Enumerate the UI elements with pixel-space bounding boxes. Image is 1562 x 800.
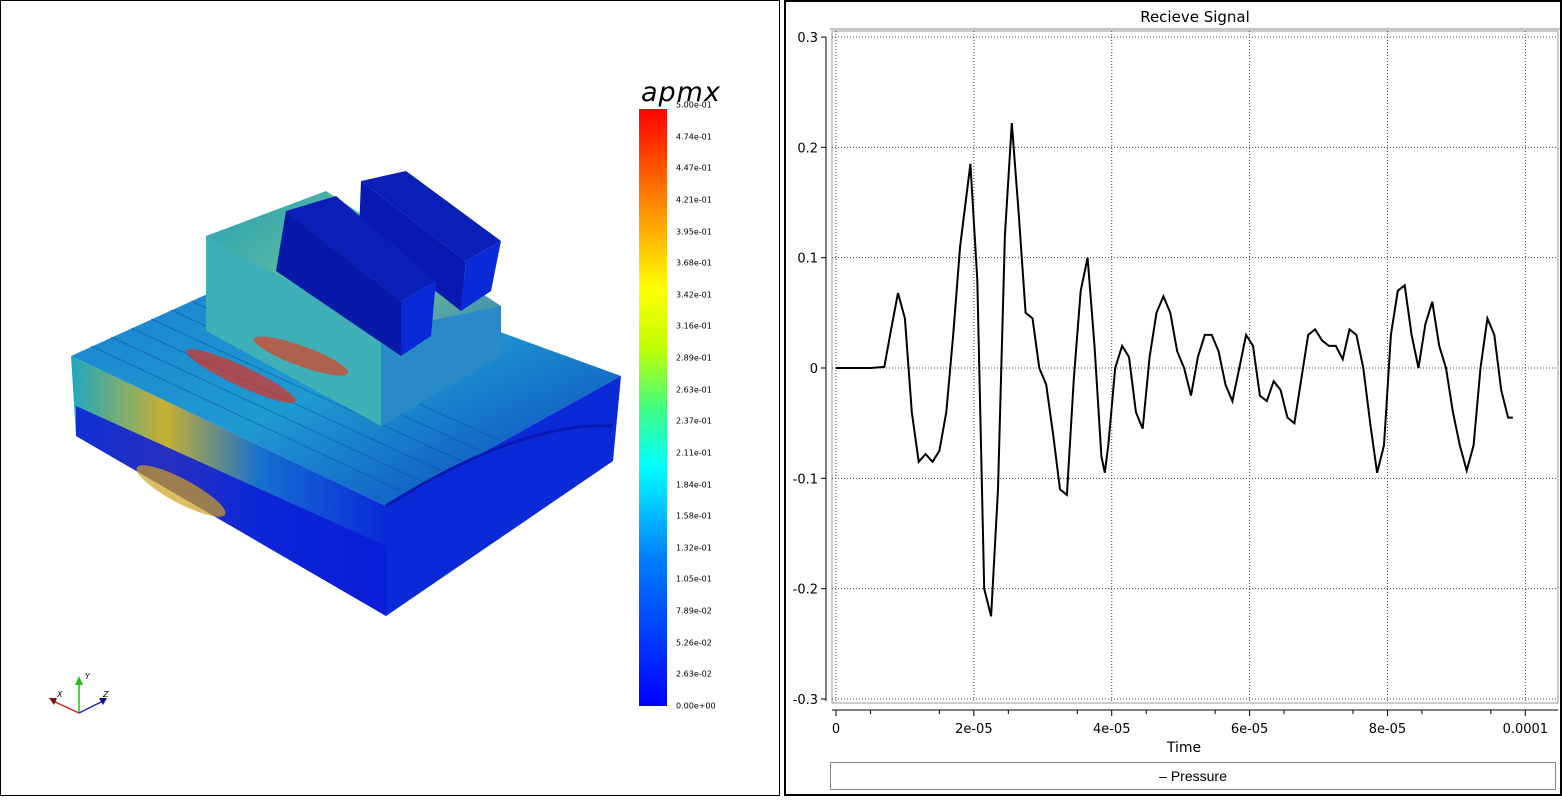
y-tick-label: -0.2 xyxy=(793,583,818,598)
render-view[interactable]: Y X Z apmx 5.00e-01 4.74e-01 4.47e-01 4.21e… xyxy=(0,0,780,796)
x-tick-label: 2e-05 xyxy=(955,722,993,737)
y-tick-label: 0.1 xyxy=(797,252,818,267)
x-tick-label: 6e-05 xyxy=(1231,722,1269,737)
colorbar-tick-label: 1.05e-01 xyxy=(676,574,712,584)
colorbar-tick-label: 2.37e-01 xyxy=(676,416,712,426)
colorbar-tick-label: 7.89e-02 xyxy=(676,606,712,616)
colorbar-tick-label: 1.84e-01 xyxy=(676,480,712,490)
colorbar xyxy=(639,109,667,706)
colorbar-tick-label: 5.00e-01 xyxy=(676,100,712,110)
y-tick-label: 0 xyxy=(810,362,818,377)
colorbar-tick-label: 4.47e-01 xyxy=(676,163,712,173)
y-tick-label: -0.3 xyxy=(793,693,818,708)
x-tick-label: 4e-05 xyxy=(1093,722,1131,737)
colorbar-tick-label: 2.11e-01 xyxy=(676,448,712,458)
y-axis-label: Y xyxy=(85,672,91,681)
colorbar-tick-label: 4.74e-01 xyxy=(676,132,712,142)
series-pressure-line xyxy=(836,123,1513,617)
legend-series-name: Pressure xyxy=(1170,768,1227,784)
line-chart[interactable]: Recieve Signal 0.3 0.2 0.1 0 -0.1 -0.2 -0.3 0 2… xyxy=(786,2,1560,794)
colorbar-tick-label: 3.68e-01 xyxy=(676,258,712,268)
z-axis-line xyxy=(78,700,104,714)
colorbar-tick-label: 2.89e-01 xyxy=(676,353,712,363)
axes-triad[interactable]: Y X Z xyxy=(49,672,109,714)
x-axis-label: X xyxy=(56,690,63,699)
colorbar-tick-label: 4.21e-01 xyxy=(676,195,712,205)
x-axis: 0 2e-05 4e-05 6e-05 8e-05 0.0001 xyxy=(832,709,1558,737)
colorbar-tick-label: 3.16e-01 xyxy=(676,321,712,331)
y-axis-arrow xyxy=(75,676,83,685)
colorbar-tick-label: 1.32e-01 xyxy=(676,543,712,553)
colorbar-tick-label: 3.95e-01 xyxy=(676,227,712,237)
x-axis-label: Time xyxy=(1166,740,1201,756)
x-tick-label: 8e-05 xyxy=(1369,722,1407,737)
chart-grid xyxy=(832,31,1558,703)
x-tick-label: 0.0001 xyxy=(1503,722,1549,737)
y-tick-label: 0.3 xyxy=(797,31,818,46)
transducer-model xyxy=(71,171,621,616)
chart-legend[interactable]: – Pressure xyxy=(830,762,1556,790)
y-tick-label: -0.1 xyxy=(793,472,818,487)
colorbar-tick-label: 3.42e-01 xyxy=(676,290,712,300)
z-axis-arrow xyxy=(99,698,107,705)
render-canvas[interactable]: Y X Z xyxy=(1,1,779,795)
colorbar-tick-label: 5.26e-02 xyxy=(676,638,712,648)
colorbar-tick-label: 1.58e-01 xyxy=(676,511,712,521)
x-tick-label: 0 xyxy=(832,722,840,737)
colorbar-tick-label: 2.63e-02 xyxy=(676,669,712,679)
y-axis: 0.3 0.2 0.1 0 -0.1 -0.2 -0.3 xyxy=(793,31,827,708)
chart-view[interactable]: Recieve Signal 0.3 0.2 0.1 0 -0.1 -0.2 -0.3 0 2… xyxy=(784,0,1562,796)
x-axis-line xyxy=(52,700,80,714)
colorbar-tick-label: 0.00e+00 xyxy=(676,701,716,711)
z-axis-label: Z xyxy=(102,690,109,699)
legend-swatch: – xyxy=(1159,768,1167,784)
chart-title: Recieve Signal xyxy=(1140,8,1250,26)
y-tick-label: 0.2 xyxy=(797,141,818,156)
plot-area-frame xyxy=(831,30,1559,704)
colorbar-tick-label: 2.63e-01 xyxy=(676,385,712,395)
